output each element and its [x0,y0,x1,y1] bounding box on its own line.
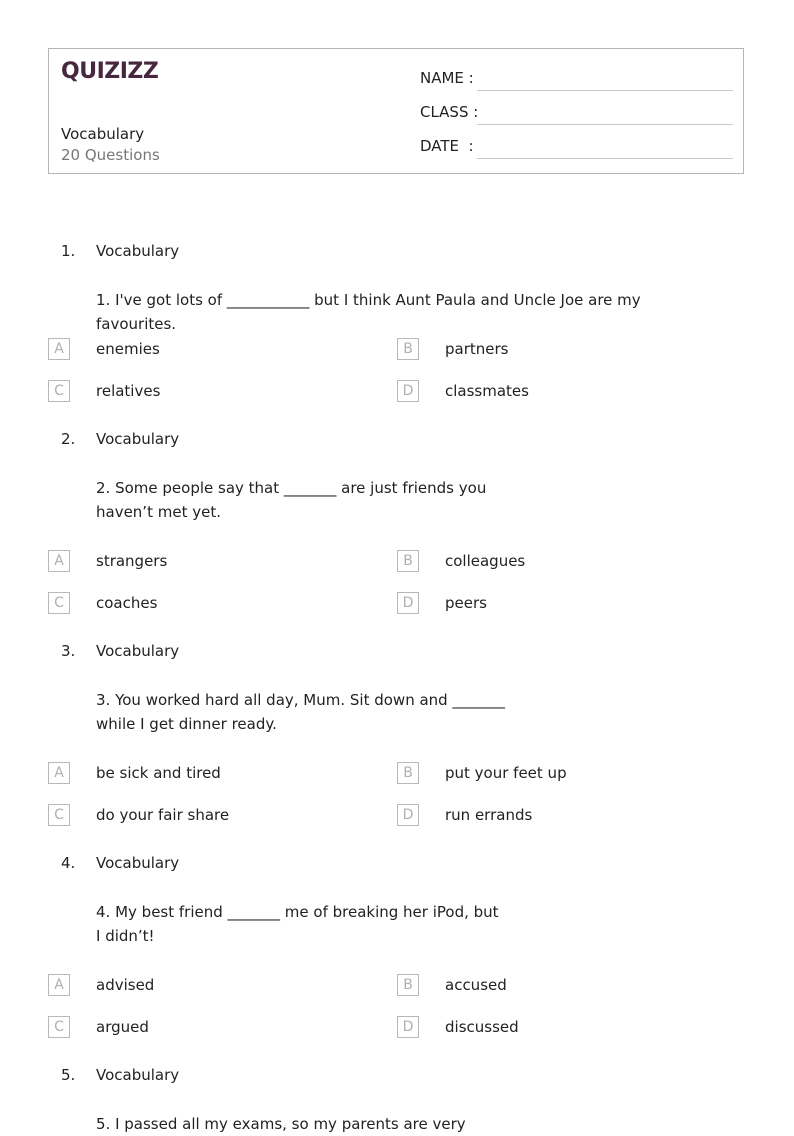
option-letter-box: C [48,804,70,826]
option-c[interactable]: C argued [48,1015,149,1039]
option-a[interactable]: A be sick and tired [48,761,221,785]
option-b[interactable]: B partners [397,337,508,361]
date-line[interactable] [477,138,733,159]
option-text: accused [445,976,507,994]
question-number: 3. [61,642,76,660]
option-letter-box: C [48,380,70,402]
option-text: advised [96,976,155,994]
question-text: 3. You worked hard all day, Mum. Sit dow… [96,691,505,733]
question-text: 4. My best friend _______ me of breaking… [96,903,499,945]
option-b[interactable]: B colleagues [397,549,525,573]
option-letter-box: D [397,592,419,614]
option-letter-box: C [48,1016,70,1038]
class-field: CLASS : [420,99,733,125]
option-a[interactable]: A strangers [48,549,167,573]
option-b[interactable]: B accused [397,973,507,997]
option-text: be sick and tired [96,764,221,782]
option-letter-box: B [397,550,419,572]
option-text: do your fair share [96,806,230,824]
question-number: 5. [61,1066,76,1084]
option-text: run errands [445,806,533,824]
option-text: argued [96,1018,149,1036]
question-text: 2. Some people say that _______ are just… [96,479,487,521]
question-text: 1. I've got lots of ___________ but I th… [96,291,641,333]
option-text: strangers [96,552,168,570]
option-b[interactable]: B put your feet up [397,761,567,785]
class-label: CLASS : [420,103,479,121]
option-letter-box: D [397,380,419,402]
option-text: peers [445,594,487,612]
quizizz-logo: QUIZIZZ [61,59,159,84]
question-topic: Vocabulary [96,430,180,448]
option-text: enemies [96,340,160,358]
question-number: 2. [61,430,76,448]
question-topic: Vocabulary [96,642,180,660]
class-line[interactable] [477,104,733,125]
question-topic: Vocabulary [96,242,180,260]
option-a[interactable]: A advised [48,973,154,997]
option-letter-box: C [48,592,70,614]
worksheet-title: Vocabulary [61,125,145,143]
option-c[interactable]: C do your fair share [48,803,229,827]
date-label: DATE : [420,137,474,155]
option-letter-box: B [397,974,419,996]
name-label: NAME : [420,69,474,87]
option-text: partners [445,340,509,358]
option-d[interactable]: D run errands [397,803,532,827]
option-d[interactable]: D discussed [397,1015,519,1039]
option-text: relatives [96,382,161,400]
name-field: NAME : [420,65,733,91]
date-field: DATE : [420,133,733,159]
name-line[interactable] [477,70,733,91]
option-d[interactable]: D classmates [397,379,529,403]
option-letter-box: A [48,974,70,996]
option-letter-box: D [397,1016,419,1038]
question-topic: Vocabulary [96,854,180,872]
question-topic: Vocabulary [96,1066,180,1084]
question-text: 5. I passed all my exams, so my parents … [96,1115,466,1133]
option-text: coaches [96,594,158,612]
question-count: 20 Questions [61,146,160,164]
option-c[interactable]: C coaches [48,591,157,615]
option-text: put your feet up [445,764,567,782]
option-letter-box: D [397,804,419,826]
option-c[interactable]: C relatives [48,379,160,403]
option-letter-box: A [48,762,70,784]
question-number: 1. [61,242,76,260]
question-number: 4. [61,854,76,872]
option-text: discussed [445,1018,519,1036]
option-letter-box: B [397,762,419,784]
option-text: classmates [445,382,529,400]
worksheet-header: QUIZIZZ Vocabulary 20 Questions NAME : C… [48,48,744,174]
option-letter-box: B [397,338,419,360]
option-d[interactable]: D peers [397,591,487,615]
option-letter-box: A [48,338,70,360]
option-text: colleagues [445,552,526,570]
option-letter-box: A [48,550,70,572]
option-a[interactable]: A enemies [48,337,160,361]
